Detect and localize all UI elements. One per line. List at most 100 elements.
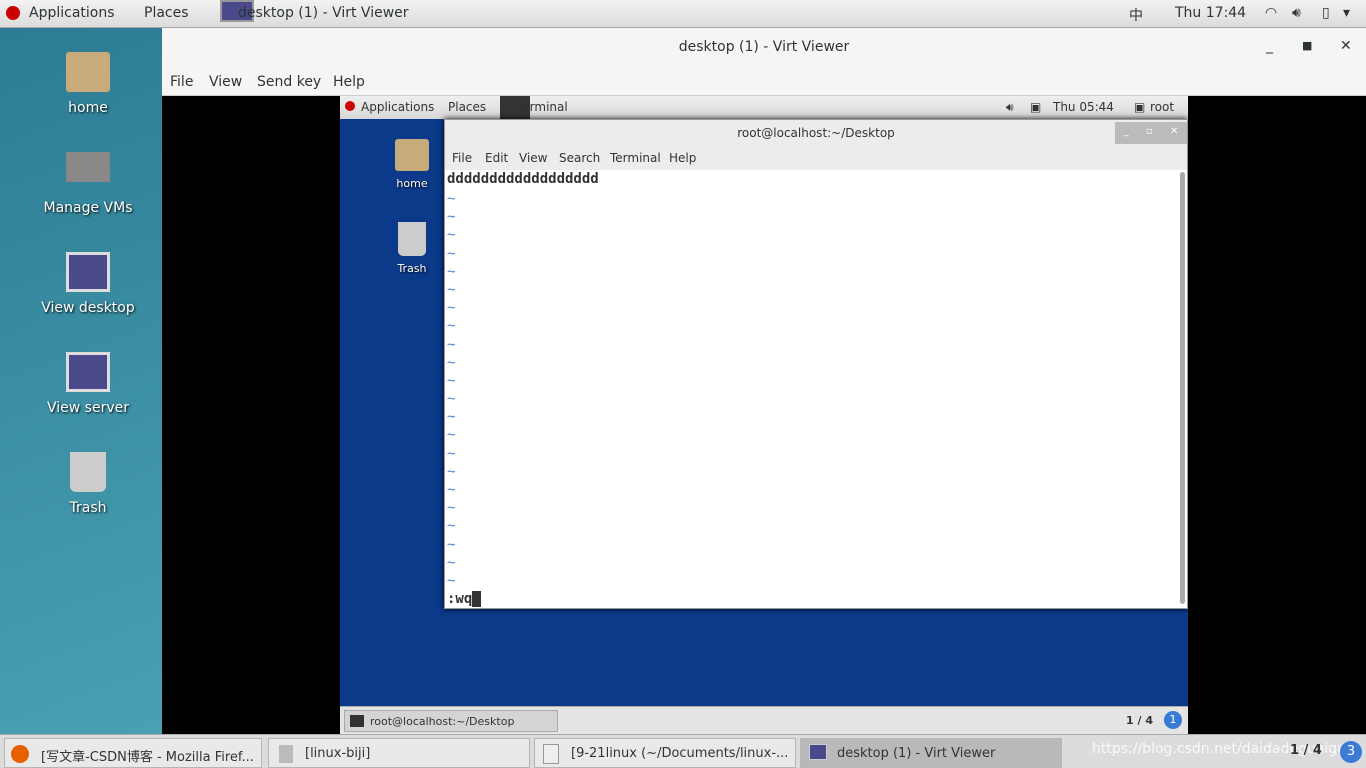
menu-file[interactable]: File (170, 74, 193, 90)
trash-icon (398, 222, 426, 256)
empty-line-tilde: ~ (447, 572, 456, 589)
workspace-pager[interactable]: 1 / 4 (1290, 743, 1322, 758)
terminal-menubar: File Edit View Search Terminal Help (445, 148, 1187, 170)
monitor-icon (809, 744, 827, 760)
monitor-icon (66, 352, 110, 392)
command-line[interactable]: :wq (447, 590, 1177, 608)
applications-menu[interactable]: Applications (29, 5, 115, 21)
guest-icon-home[interactable]: home (387, 139, 437, 190)
notification-icon[interactable]: 3 (1340, 741, 1362, 763)
empty-line-tilde: ~ (447, 209, 456, 226)
label: Trash (69, 500, 107, 516)
desktop-icon-trash[interactable]: Trash (0, 452, 176, 516)
wifi-icon[interactable]: ◠ (1265, 5, 1277, 21)
minimize-button[interactable]: _ (1266, 38, 1273, 54)
menu-help[interactable]: Help (333, 74, 365, 90)
task-virt-viewer[interactable]: desktop (1) - Virt Viewer (800, 738, 1062, 768)
menu-send-key[interactable]: Send key (257, 74, 321, 90)
empty-line-tilde: ~ (447, 245, 456, 262)
empty-line-tilde: ~ (447, 227, 456, 244)
window-controls[interactable]: _ ▫ ✕ (1115, 122, 1187, 144)
clock[interactable]: Thu 17:44 (1175, 5, 1246, 21)
empty-line-tilde: ~ (447, 427, 456, 444)
empty-line-tilde: ~ (447, 336, 456, 353)
text-editor-icon (543, 744, 559, 764)
battery-icon[interactable]: ▯ (1322, 5, 1330, 21)
empty-line-tilde: ~ (447, 281, 456, 298)
empty-line-tilde: ~ (447, 372, 456, 389)
empty-line-tilde: ~ (447, 463, 456, 480)
window-title: desktop (1) - Virt Viewer (678, 39, 850, 55)
empty-line-tilde: ~ (447, 318, 456, 335)
menu-view[interactable]: View (519, 151, 547, 165)
label: desktop (1) - Virt Viewer (837, 746, 996, 761)
empty-line-tilde: ~ (447, 518, 456, 535)
menu-help[interactable]: Help (669, 151, 696, 165)
guest-window-menu[interactable]: Terminal (517, 100, 568, 114)
empty-line-tilde: ~ (447, 191, 456, 207)
text-line: dddddddddddddddddd (447, 171, 599, 187)
guest-pager[interactable]: 1 / 4 (1126, 714, 1153, 727)
monitor-icon (66, 252, 110, 292)
terminal-icon (350, 715, 364, 727)
label: Trash (397, 262, 427, 275)
input-method[interactable]: 中 (1129, 5, 1143, 25)
notification-icon[interactable]: 1 (1164, 711, 1182, 729)
label: View desktop (41, 300, 135, 316)
redhat-icon (345, 101, 355, 111)
power-menu-icon[interactable]: ▾ (1343, 5, 1350, 21)
folder-icon (66, 52, 110, 92)
guest-task-terminal[interactable]: root@localhost:~/Desktop (344, 710, 558, 732)
label: [linux-biji] (305, 746, 371, 761)
guest-taskbar: root@localhost:~/Desktop 1 / 4 1 (340, 706, 1188, 734)
guest-places-menu[interactable]: Places (448, 100, 486, 114)
scrollbar[interactable] (1180, 172, 1185, 604)
menu-edit[interactable]: Edit (485, 151, 508, 165)
guest-icon-trash[interactable]: Trash (387, 222, 437, 275)
cursor (472, 591, 482, 608)
firefox-icon (11, 745, 29, 763)
empty-line-tilde: ~ (447, 445, 456, 462)
network-icon[interactable]: ▣ (1030, 100, 1041, 114)
menu-view[interactable]: View (209, 74, 242, 90)
volume-icon[interactable]: 🔊︎ (1006, 100, 1014, 115)
terminal-title: root@localhost:~/Desktop (737, 126, 895, 140)
empty-line-tilde: ~ (447, 354, 456, 371)
folder-icon (395, 139, 429, 171)
task-firefox[interactable]: [写文章-CSDN博客 - Mozilla Firef... (4, 738, 262, 768)
empty-line-tilde: ~ (447, 409, 456, 426)
menu-search[interactable]: Search (559, 151, 600, 165)
empty-line-tilde: ~ (447, 482, 456, 498)
menu-terminal[interactable]: Terminal (610, 151, 661, 165)
guest-user-menu[interactable]: root (1150, 100, 1174, 114)
desktop-icon-view-server[interactable]: View server (0, 352, 176, 416)
terminal-content[interactable]: dddddddddddddddddd ~ ~ ~ ~ ~ ~ ~ ~ ~ ~ ~ ~ ~ ~ ~ ~ ~ ~ ~ ~ ~… (445, 170, 1177, 608)
guest-applications-menu[interactable]: Applications (361, 100, 434, 114)
label: home (396, 177, 428, 190)
empty-line-tilde: ~ (447, 536, 456, 553)
guest-clock[interactable]: Thu 05:44 (1053, 100, 1114, 114)
redhat-icon (6, 6, 20, 20)
task-gedit[interactable]: [9-21linux (~/Documents/linux-... (534, 738, 796, 768)
desktop-icon-home[interactable]: home (0, 52, 176, 116)
desktop-icon-view-desktop[interactable]: View desktop (0, 252, 176, 316)
label: home (68, 100, 108, 116)
label: Manage VMs (43, 200, 133, 216)
taskbar: [写文章-CSDN博客 - Mozilla Firef... [linux-bi… (0, 734, 1366, 768)
file-manager-icon (279, 745, 293, 763)
task-linux-biji[interactable]: [linux-biji] (268, 738, 530, 768)
empty-line-tilde: ~ (447, 500, 456, 517)
guest-display[interactable]: Applications Places Terminal 🔊︎ ▣ Thu 05… (340, 96, 1188, 734)
maximize-button[interactable]: ■ (1302, 39, 1312, 52)
menu-file[interactable]: File (452, 151, 472, 165)
places-menu[interactable]: Places (144, 5, 189, 21)
command-text: :wq (447, 591, 473, 608)
empty-line-tilde: ~ (447, 263, 456, 280)
volume-icon[interactable]: 🔊︎ (1292, 5, 1301, 21)
guest-top-panel: Applications Places Terminal 🔊︎ ▣ Thu 05… (340, 96, 1188, 119)
top-panel: Applications Places desktop (1) - Virt V… (0, 0, 1366, 28)
desktop-icon-manage-vms[interactable]: Manage VMs (0, 152, 176, 216)
close-button[interactable]: ✕ (1340, 38, 1352, 54)
terminal-window: root@localhost:~/Desktop _ ▫ ✕ File Edit… (444, 119, 1188, 609)
window-menu[interactable]: desktop (1) - Virt Viewer (238, 5, 409, 21)
